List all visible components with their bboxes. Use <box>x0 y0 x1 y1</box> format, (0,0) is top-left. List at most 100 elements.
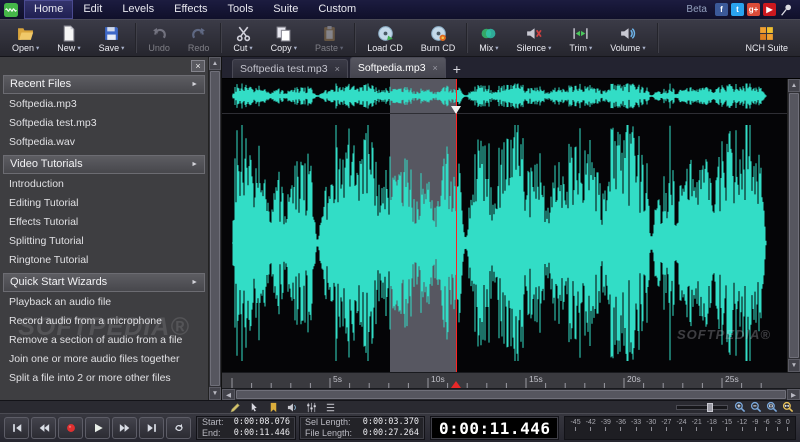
rewind-button[interactable] <box>31 417 56 439</box>
zoom-selection-button[interactable] <box>766 401 778 413</box>
loop-button[interactable] <box>166 417 191 439</box>
app-icon[interactable] <box>4 3 18 17</box>
sidebar-item-softpedia-test-mp3[interactable]: Softpedia test.mp3 <box>0 114 208 133</box>
sidebar-item-softpedia-wav[interactable]: Softpedia.wav <box>0 133 208 152</box>
sidebar-close-button[interactable]: × <box>191 60 205 72</box>
youtube-icon[interactable]: ▶ <box>763 3 776 16</box>
scroll-up-icon[interactable]: ▲ <box>788 79 800 92</box>
chevron-down-icon[interactable]: ▾ <box>589 44 592 52</box>
fast-forward-button[interactable] <box>112 417 137 439</box>
speaker-tool-button[interactable] <box>287 402 298 413</box>
trim-button[interactable]: Trim▾ <box>560 20 601 56</box>
menu-item-levels[interactable]: Levels <box>112 0 164 19</box>
playhead-marker[interactable] <box>451 381 461 388</box>
vertical-scroll-thumb[interactable] <box>789 93 799 358</box>
load-cd-button[interactable]: Load CD <box>358 20 412 56</box>
chevron-down-icon[interactable]: ▾ <box>642 44 645 52</box>
chevron-down-icon[interactable]: ▾ <box>121 44 124 52</box>
overview-position-handle[interactable] <box>451 106 461 114</box>
pin-icon[interactable] <box>779 3 793 17</box>
zoom-slider[interactable] <box>676 405 728 410</box>
sidebar-item-effects-tutorial[interactable]: Effects Tutorial <box>0 213 208 232</box>
facebook-icon[interactable]: f <box>715 3 728 16</box>
sidebar-item-record-audio-from-a-microphone[interactable]: Record audio from a microphone <box>0 312 208 331</box>
chevron-down-icon[interactable]: ▾ <box>294 44 297 52</box>
menu-item-effects[interactable]: Effects <box>164 0 217 19</box>
sidebar-scroll-thumb[interactable] <box>210 71 220 386</box>
wavepad-icon[interactable] <box>4 3 18 17</box>
new-button[interactable]: New▾ <box>48 20 89 56</box>
sidebar-scroll-track[interactable] <box>210 71 220 386</box>
levels-tool-button[interactable] <box>306 402 317 413</box>
horizontal-scroll-track[interactable] <box>236 390 786 399</box>
record-button[interactable] <box>58 417 83 439</box>
chevron-down-icon[interactable]: ▾ <box>77 44 80 52</box>
menu-item-home[interactable]: Home <box>24 0 73 19</box>
vertical-scrollbar[interactable]: ▲ ▼ <box>787 79 800 372</box>
close-icon[interactable]: × <box>433 63 438 73</box>
list-tool-button[interactable] <box>325 402 336 413</box>
sidebar-item-join-one-or-more-audio-files-together[interactable]: Join one or more audio files together <box>0 350 208 369</box>
zoom-out-button[interactable] <box>750 401 762 413</box>
overview-waveform[interactable] <box>222 79 787 113</box>
open-button[interactable]: Open▾ <box>3 20 48 56</box>
twitter-icon[interactable]: t <box>731 3 744 16</box>
pin-icon[interactable] <box>779 3 793 17</box>
zoom-slider-thumb[interactable] <box>707 403 713 412</box>
main-waveform[interactable] <box>222 114 787 372</box>
zoom-in-button[interactable] <box>734 401 746 413</box>
chevron-down-icon[interactable]: ▾ <box>249 44 252 52</box>
menu-item-custom[interactable]: Custom <box>308 0 366 19</box>
bookmark-tool-button[interactable] <box>268 402 279 413</box>
sidebar-item-split-a-file-into-2-or-more-other-files[interactable]: Split a file into 2 or more other files <box>0 369 208 388</box>
sidebar-section-video-tutorials[interactable]: Video Tutorials► <box>3 155 205 174</box>
chevron-down-icon[interactable]: ▾ <box>36 44 39 52</box>
skip-to-end-button[interactable] <box>139 417 164 439</box>
googleplus-icon[interactable]: g+ <box>747 3 760 16</box>
pencil-tool-button[interactable] <box>230 402 241 413</box>
sidebar-item-editing-tutorial[interactable]: Editing Tutorial <box>0 194 208 213</box>
vertical-scroll-track[interactable] <box>789 93 799 358</box>
sidebar-scrollbar[interactable]: ▲ ▼ <box>208 57 221 400</box>
tab-softpedia-test-mp3[interactable]: Softpedia test.mp3× <box>232 59 348 78</box>
horizontal-scroll-thumb[interactable] <box>236 390 786 399</box>
chevron-down-icon[interactable]: ▾ <box>495 44 498 52</box>
waveform-area[interactable]: SOFTPEDIA® <box>222 79 787 372</box>
horizontal-scrollbar[interactable]: ◀ ▶ <box>222 388 800 400</box>
chevron-down-icon[interactable]: ▾ <box>548 44 551 52</box>
scroll-down-icon[interactable]: ▼ <box>788 359 800 372</box>
sidebar-section-recent-files[interactable]: Recent Files► <box>3 75 205 94</box>
sidebar-item-softpedia-mp3[interactable]: Softpedia.mp3 <box>0 95 208 114</box>
sidebar-item-splitting-tutorial[interactable]: Splitting Tutorial <box>0 232 208 251</box>
cut-button[interactable]: Cut▾ <box>224 20 261 56</box>
menu-item-edit[interactable]: Edit <box>73 0 112 19</box>
chevron-down-icon[interactable]: ▾ <box>340 44 343 52</box>
cursor-tool-button[interactable] <box>249 402 260 413</box>
playback-cursor[interactable] <box>456 79 458 372</box>
new-tab-button[interactable]: + <box>448 59 466 78</box>
silence-button[interactable]: Silence▾ <box>508 20 561 56</box>
sidebar-item-introduction[interactable]: Introduction <box>0 175 208 194</box>
scroll-right-icon[interactable]: ▶ <box>787 389 800 400</box>
scroll-up-icon[interactable]: ▲ <box>209 57 221 70</box>
burn-cd-button[interactable]: Burn CD <box>412 20 465 56</box>
sidebar-item-remove-a-section-of-audio-from-a-file[interactable]: Remove a section of audio from a file <box>0 331 208 350</box>
play-button[interactable] <box>85 417 110 439</box>
nch-suite-button[interactable]: NCH Suite <box>736 20 797 56</box>
skip-to-start-button[interactable] <box>4 417 29 439</box>
menu-item-suite[interactable]: Suite <box>263 0 308 19</box>
sidebar-item-ringtone-tutorial[interactable]: Ringtone Tutorial <box>0 251 208 270</box>
scroll-left-icon[interactable]: ◀ <box>222 389 235 400</box>
close-icon[interactable]: × <box>335 64 340 74</box>
copy-button[interactable]: Copy▾ <box>262 20 306 56</box>
mix-button[interactable]: Mix▾ <box>470 20 507 56</box>
volume-button[interactable]: Volume▾ <box>601 20 654 56</box>
save-button[interactable]: Save▾ <box>90 20 134 56</box>
sidebar-item-playback-an-audio-file[interactable]: Playback an audio file <box>0 293 208 312</box>
sidebar-section-quick-start-wizards[interactable]: Quick Start Wizards► <box>3 273 205 292</box>
tab-softpedia-mp3[interactable]: Softpedia.mp3× <box>350 57 446 78</box>
scroll-down-icon[interactable]: ▼ <box>209 387 221 400</box>
timeline-ruler[interactable]: 5s10s15s20s25s <box>222 372 800 388</box>
menu-item-tools[interactable]: Tools <box>218 0 264 19</box>
zoom-full-button[interactable] <box>782 401 794 413</box>
